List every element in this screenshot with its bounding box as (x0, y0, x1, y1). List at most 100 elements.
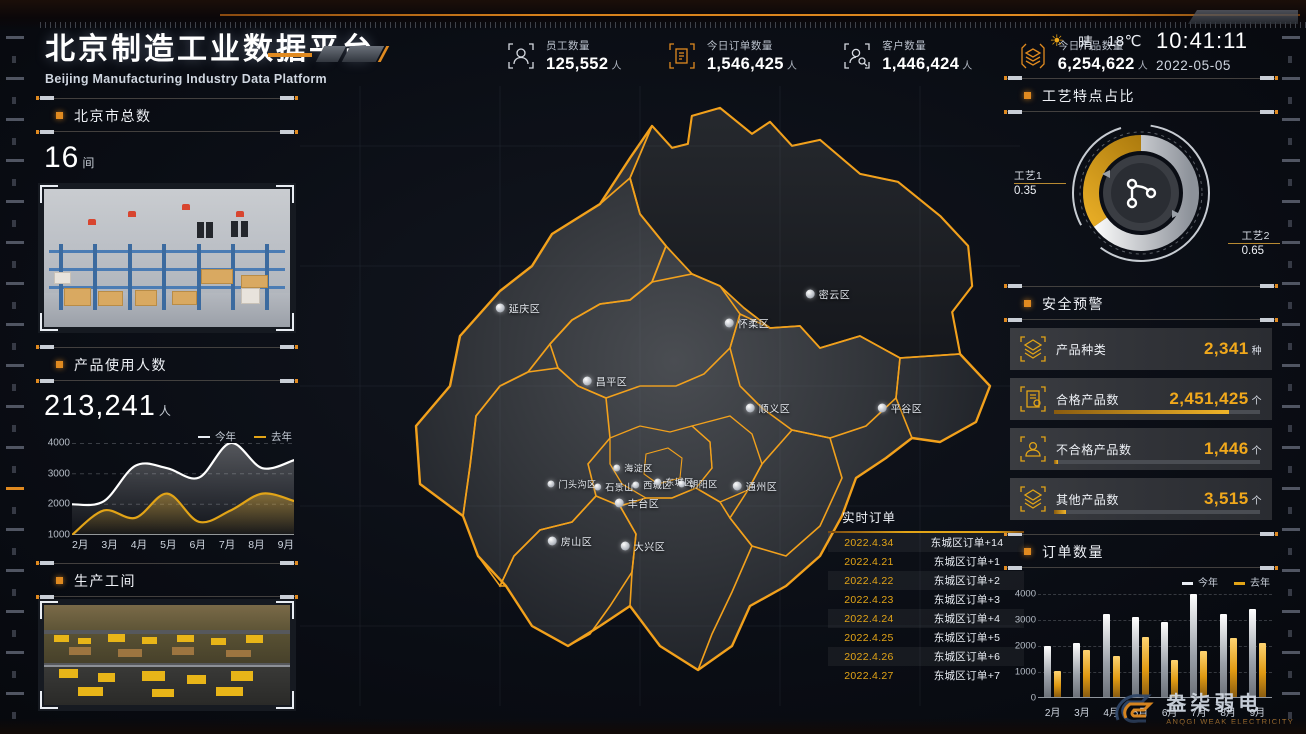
panel-title: 北京市总数 (74, 106, 152, 126)
safety-warning-panel: 安全预警 产品种类2,341种合格产品数2,451,425个不合格产品数1,44… (1006, 286, 1276, 532)
order-desc: 东城区订单+2 (910, 573, 1024, 588)
axis-tick: 8月 (248, 537, 264, 553)
map-marker-2[interactable]: 怀柔区 (725, 316, 770, 331)
order-row[interactable]: 2022.4.34东城区订单+14 (828, 533, 1024, 552)
safety-item[interactable]: 其他产品数3,515个 (1010, 478, 1272, 520)
bar-chart-plot (1038, 594, 1272, 698)
bar-group[interactable] (1190, 594, 1207, 697)
order-row[interactable]: 2022.4.26东城区订单+6 (828, 647, 1024, 666)
safety-item-label: 不合格产品数 (1056, 441, 1132, 458)
order-row[interactable]: 2022.4.24东城区订单+4 (828, 609, 1024, 628)
right-frame-ticks (1278, 28, 1304, 730)
map-pin-icon (615, 499, 624, 508)
total-count-panel: 北京市总数 16间 (38, 98, 296, 333)
map-marker-13[interactable]: 通州区 (733, 479, 778, 494)
bar-current-year (1161, 622, 1168, 697)
map-marker-0[interactable]: 延庆区 (496, 300, 541, 315)
map-marker-4[interactable]: 顺义区 (746, 400, 791, 415)
map-marker-7[interactable]: 海淀区 (613, 462, 653, 475)
map-district-label: 海淀区 (624, 462, 653, 475)
left-column: 北京市总数 16间 (38, 98, 296, 711)
map-marker-15[interactable]: 大兴区 (621, 539, 666, 554)
watermark-cn: 盎柒弱电 (1166, 694, 1294, 714)
map-marker-11[interactable]: 朝阳区 (678, 478, 718, 491)
map-marker-8[interactable]: 石景山 (594, 481, 634, 494)
bar-group[interactable] (1044, 646, 1061, 697)
order-row[interactable]: 2022.4.21东城区订单+1 (828, 552, 1024, 571)
map-marker-14[interactable]: 房山区 (548, 534, 593, 549)
bullet-icon (1024, 548, 1031, 555)
panel-title: 产品使用人数 (74, 355, 167, 375)
order-desc: 东城区订单+14 (910, 535, 1024, 550)
order-row[interactable]: 2022.4.23东城区订单+3 (828, 590, 1024, 609)
panel-header: 订单数量 (1006, 534, 1276, 568)
line-chart-x-axis: 2月3月4月5月6月7月8月9月 (72, 537, 294, 553)
product-users-panel: 产品使用人数 213,241人 今年 去年 1000200030004000 (38, 347, 296, 553)
axis-tick: 6月 (190, 537, 206, 553)
safety-item[interactable]: 产品种类2,341种 (1010, 328, 1272, 370)
map-district-label: 昌平区 (596, 374, 628, 389)
safety-item-label: 合格产品数 (1056, 391, 1119, 408)
axis-tick: 7月 (219, 537, 235, 553)
workshop-photo[interactable] (38, 599, 296, 711)
bullet-icon (56, 361, 63, 368)
product-users-value: 213,241人 (38, 381, 296, 429)
weather-condition: 晴 (1078, 32, 1093, 53)
bar-group[interactable] (1132, 617, 1149, 697)
order-row[interactable]: 2022.4.25东城区订单+5 (828, 628, 1024, 647)
safety-item[interactable]: 合格产品数 2,451,425个 (1010, 378, 1272, 420)
safety-item-value: 2,451,425个 (1169, 389, 1262, 409)
map-pin-icon (496, 303, 505, 312)
bullet-icon (56, 577, 63, 584)
right-column: 工艺特点占比 (1006, 78, 1276, 722)
axis-tick: 4月 (131, 537, 147, 553)
bar-group[interactable] (1220, 614, 1237, 697)
map-pin-icon (621, 542, 630, 551)
map-marker-1[interactable]: 密云区 (806, 287, 851, 302)
logo-icon (1112, 690, 1158, 730)
kpi-today-orders[interactable]: 今日订单数量 1,546,425人 (666, 38, 797, 74)
order-date: 2022.4.26 (828, 651, 910, 663)
bar-group[interactable] (1161, 622, 1178, 697)
bar-group[interactable] (1073, 643, 1090, 697)
map-district-label: 石景山 (605, 481, 634, 494)
process-donut-chart[interactable]: 工艺1 0.35 工艺2 0.65 (1006, 116, 1276, 276)
watermark-en: ANQGI WEAK ELECTRICITY (1166, 717, 1294, 726)
left-frame-ticks (2, 28, 28, 730)
product-users-line-chart[interactable]: 今年 去年 1000200030004000 (38, 431, 296, 553)
certificate-icon (1018, 384, 1048, 414)
bar-group[interactable] (1103, 614, 1120, 697)
weather-temperature: 18℃ (1107, 32, 1142, 50)
map-district-label: 平谷区 (891, 400, 923, 415)
bar-last-year (1259, 643, 1266, 697)
bar-current-year (1220, 614, 1227, 697)
panel-header: 生产工间 (38, 563, 296, 597)
realtime-orders-table[interactable]: 实时订单 2022.4.34东城区订单+142022.4.21东城区订单+120… (828, 505, 1024, 685)
map-marker-5[interactable]: 平谷区 (878, 400, 923, 415)
map-marker-6[interactable]: 门头沟区 (547, 478, 596, 491)
map-district-label: 怀柔区 (738, 316, 770, 331)
warehouse-render[interactable] (38, 183, 296, 333)
map-marker-3[interactable]: 昌平区 (583, 374, 628, 389)
order-date: 2022.4.24 (828, 613, 910, 625)
axis-tick: 3000 (48, 468, 70, 479)
weather-clock: ☀ 晴 18℃ 10:41:11 2022-05-05 (1050, 30, 1248, 73)
kpi-customers[interactable]: 客户数量 1,446,424人 (841, 38, 972, 74)
kpi-employees[interactable]: 员工数量 125,552人 (505, 38, 622, 74)
map-marker-12[interactable]: 丰台区 (615, 496, 660, 511)
bar-current-year (1190, 594, 1197, 697)
safety-item-value: 2,341种 (1204, 339, 1262, 359)
order-row[interactable]: 2022.4.22东城区订单+2 (828, 571, 1024, 590)
axis-tick: 3月 (1074, 704, 1090, 722)
safety-item[interactable]: 不合格产品数1,446个 (1010, 428, 1272, 470)
axis-tick: 2000 (48, 499, 70, 510)
bar-chart-legend: 今年 去年 (1182, 574, 1270, 589)
bar-current-year (1132, 617, 1139, 697)
order-row[interactable]: 2022.4.27东城区订单+7 (828, 666, 1024, 685)
map-pin-icon (678, 481, 685, 488)
bar-group[interactable] (1249, 609, 1266, 697)
layers-icon (1017, 40, 1049, 72)
order-date: 2022.4.27 (828, 670, 910, 682)
clock-time: 10:41:11 (1156, 30, 1248, 52)
safety-item-unit: 种 (1252, 346, 1262, 357)
